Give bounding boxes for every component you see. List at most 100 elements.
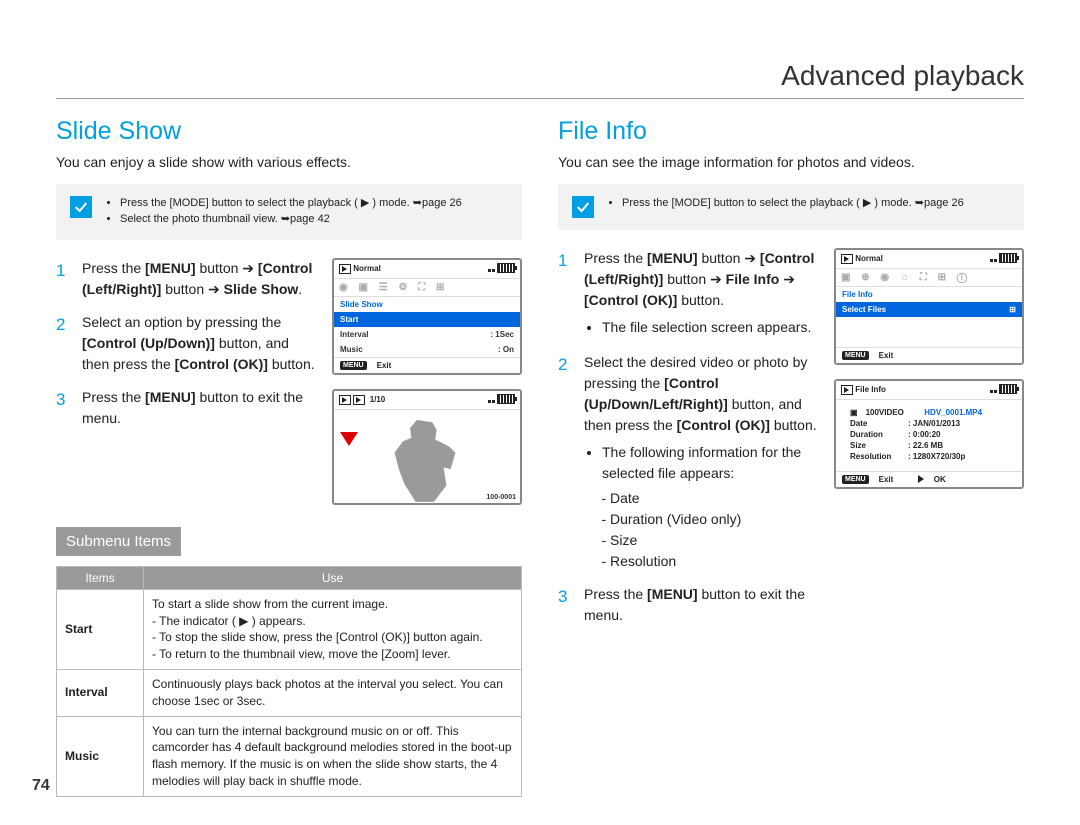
file-info-line: Resolution: 1280X720/30p [850, 452, 1008, 461]
lcd-tab-icons: ◉ ▣ ☰ ⚙ ⛶ ⊞ [334, 279, 520, 297]
step-body: Press the [MENU] button ➔ [Control (Left… [584, 248, 820, 340]
text-bold: [Control (OK)] [677, 417, 770, 433]
step-1: 1 Press the [MENU] button ➔ [Control (Le… [56, 258, 318, 300]
lcd-label: Select Files [842, 305, 886, 314]
bullet-list: The file selection screen appears. [584, 317, 820, 338]
dash-item: Duration (Video only) [610, 509, 820, 530]
step-3: 3 Press the [MENU] button to exit the me… [558, 584, 820, 626]
thumb-icon: ⊞ [1009, 305, 1016, 314]
table-row: Music You can turn the internal backgrou… [57, 716, 522, 796]
note-item: Press the [MODE] button to select the pl… [120, 196, 462, 212]
card-icon [990, 390, 997, 393]
lcd-top-bar: Normal [334, 260, 520, 279]
steps-and-lcd-row: 1 Press the [MENU] button ➔ [Control (Le… [56, 258, 522, 505]
step-1: 1 Press the [MENU] button ➔ [Control (Le… [558, 248, 820, 340]
note-item: Press the [MODE] button to select the pl… [622, 196, 964, 212]
lcd-label: Start [340, 315, 358, 324]
text: To return to the thumbnail view, move th… [159, 647, 450, 661]
key: Duration [850, 430, 900, 439]
lcd-footer: MENUExit [836, 347, 1022, 363]
step-number: 3 [56, 387, 72, 429]
steps-left: 1 Press the [MENU] button ➔ [Control (Le… [56, 258, 318, 505]
step-number: 3 [558, 584, 574, 626]
step-body: Press the [MENU] button to exit the menu… [584, 584, 820, 626]
text: button. [272, 356, 315, 372]
lcd-label: OK [934, 475, 946, 484]
lcd-tab-icons: ▣ ⊕ ◉ ☼ ⛶ ⊞ ⓘ [836, 269, 1022, 287]
step-number: 2 [558, 352, 574, 572]
red-arrow-icon [340, 432, 358, 446]
bullet-list: The following information for the select… [584, 442, 820, 484]
step-body: Press the [MENU] button to exit the menu… [82, 387, 318, 429]
check-icon [572, 196, 594, 218]
lcd-title: Normal [855, 254, 883, 263]
text: button. [681, 292, 724, 308]
lcd-stack-left: Normal ◉ ▣ ☰ ⚙ ⛶ ⊞ Slide Show Start Inte… [332, 258, 522, 505]
text-bold: [Control (OK)] [584, 292, 677, 308]
file-name: HDV_0001.MP4 [924, 408, 982, 417]
note-list: Press the [MODE] button to select the pl… [606, 196, 964, 218]
text-bold: [Control (Up/Down)] [82, 335, 215, 351]
file-info-intro: You can see the image information for ph… [558, 154, 1024, 170]
text-bold: Slide Show [224, 281, 299, 297]
table-header-row: Items Use [57, 566, 522, 589]
lcd-selected-row: Start [334, 312, 520, 327]
folder-icon: ▣ [850, 408, 858, 417]
lcd-menu-title: File Info [836, 287, 1022, 302]
dash-item: Size [610, 530, 820, 551]
lcd-value: : 1Sec [490, 330, 514, 339]
text-bold: [MENU] [145, 389, 196, 405]
file-info-line: Duration: 0:00:20 [850, 430, 1008, 439]
note-item: Select the photo thumbnail view. ➥page 4… [120, 212, 462, 228]
lcd-menu-title: Slide Show [334, 297, 520, 312]
battery-icon [497, 263, 515, 273]
lcd-menu-slideshow: Normal ◉ ▣ ☰ ⚙ ⛶ ⊞ Slide Show Start Inte… [332, 258, 522, 375]
lcd-label: Exit [377, 361, 392, 370]
table-cell-value: To start a slide show from the current i… [144, 589, 522, 669]
text: Press the [584, 250, 647, 266]
text-bold: File Info [726, 271, 780, 287]
battery-icon [999, 253, 1017, 263]
file-info-heading: File Info [558, 117, 1024, 146]
lcd-footer: MENUExit [334, 357, 520, 373]
text: Press the [584, 586, 647, 602]
file-info-line: ▣ 100VIDEO HDV_0001.MP4 [850, 408, 1008, 417]
lcd-photo-preview: 1/10 100-0001 [332, 389, 522, 505]
lcd-row [836, 317, 1022, 332]
lcd-title: File Info [855, 385, 886, 394]
text-bold: [Control (OK)] [175, 356, 268, 372]
note-list: Press the [MODE] button to select the pl… [104, 196, 462, 228]
lcd-menu-fileinfo: Normal ▣ ⊕ ◉ ☼ ⛶ ⊞ ⓘ File Info Select Fi… [834, 248, 1024, 365]
battery-icon [497, 394, 515, 404]
table-cell-key: Music [57, 716, 144, 796]
lcd-title: Normal [353, 264, 381, 273]
card-icon [990, 259, 997, 262]
bullet: The following information for the select… [602, 442, 820, 484]
text: button ➔ [701, 250, 759, 266]
text: button. [774, 417, 817, 433]
playback-icon [841, 254, 853, 264]
photo-canvas: 100-0001 [334, 410, 520, 503]
text: Press the [82, 389, 145, 405]
step-body: Press the [MENU] button ➔ [Control (Left… [82, 258, 318, 300]
page-number: 74 [32, 777, 50, 795]
lcd-stack-right: Normal ▣ ⊕ ◉ ☼ ⛶ ⊞ ⓘ File Info Select Fi… [834, 248, 1024, 638]
table-cell-value: You can turn the internal background mus… [144, 716, 522, 796]
table-row: Start To start a slide show from the cur… [57, 589, 522, 669]
battery-icon [999, 384, 1017, 394]
dash-item: Date [610, 488, 820, 509]
slideshow-icon [353, 395, 365, 405]
step-2: 2 Select an option by pressing the [Cont… [56, 312, 318, 375]
step-2: 2 Select the desired video or photo by p… [558, 352, 820, 572]
text: Select an option by pressing the [82, 314, 281, 330]
step-3: 3 Press the [MENU] button to exit the me… [56, 387, 318, 429]
lcd-counter: 1/10 [370, 395, 386, 404]
step-body: Select the desired video or photo by pre… [584, 352, 820, 572]
text: To stop the slide show, press the [Contr… [159, 630, 483, 644]
playback-icon [339, 395, 351, 405]
table-row: Interval Continuously plays back photos … [57, 670, 522, 717]
lcd-top-bar: 1/10 [334, 391, 520, 410]
photo-silhouette [389, 420, 459, 502]
page-title: Advanced playback [56, 60, 1024, 99]
menu-pill-icon: MENU [842, 475, 869, 484]
